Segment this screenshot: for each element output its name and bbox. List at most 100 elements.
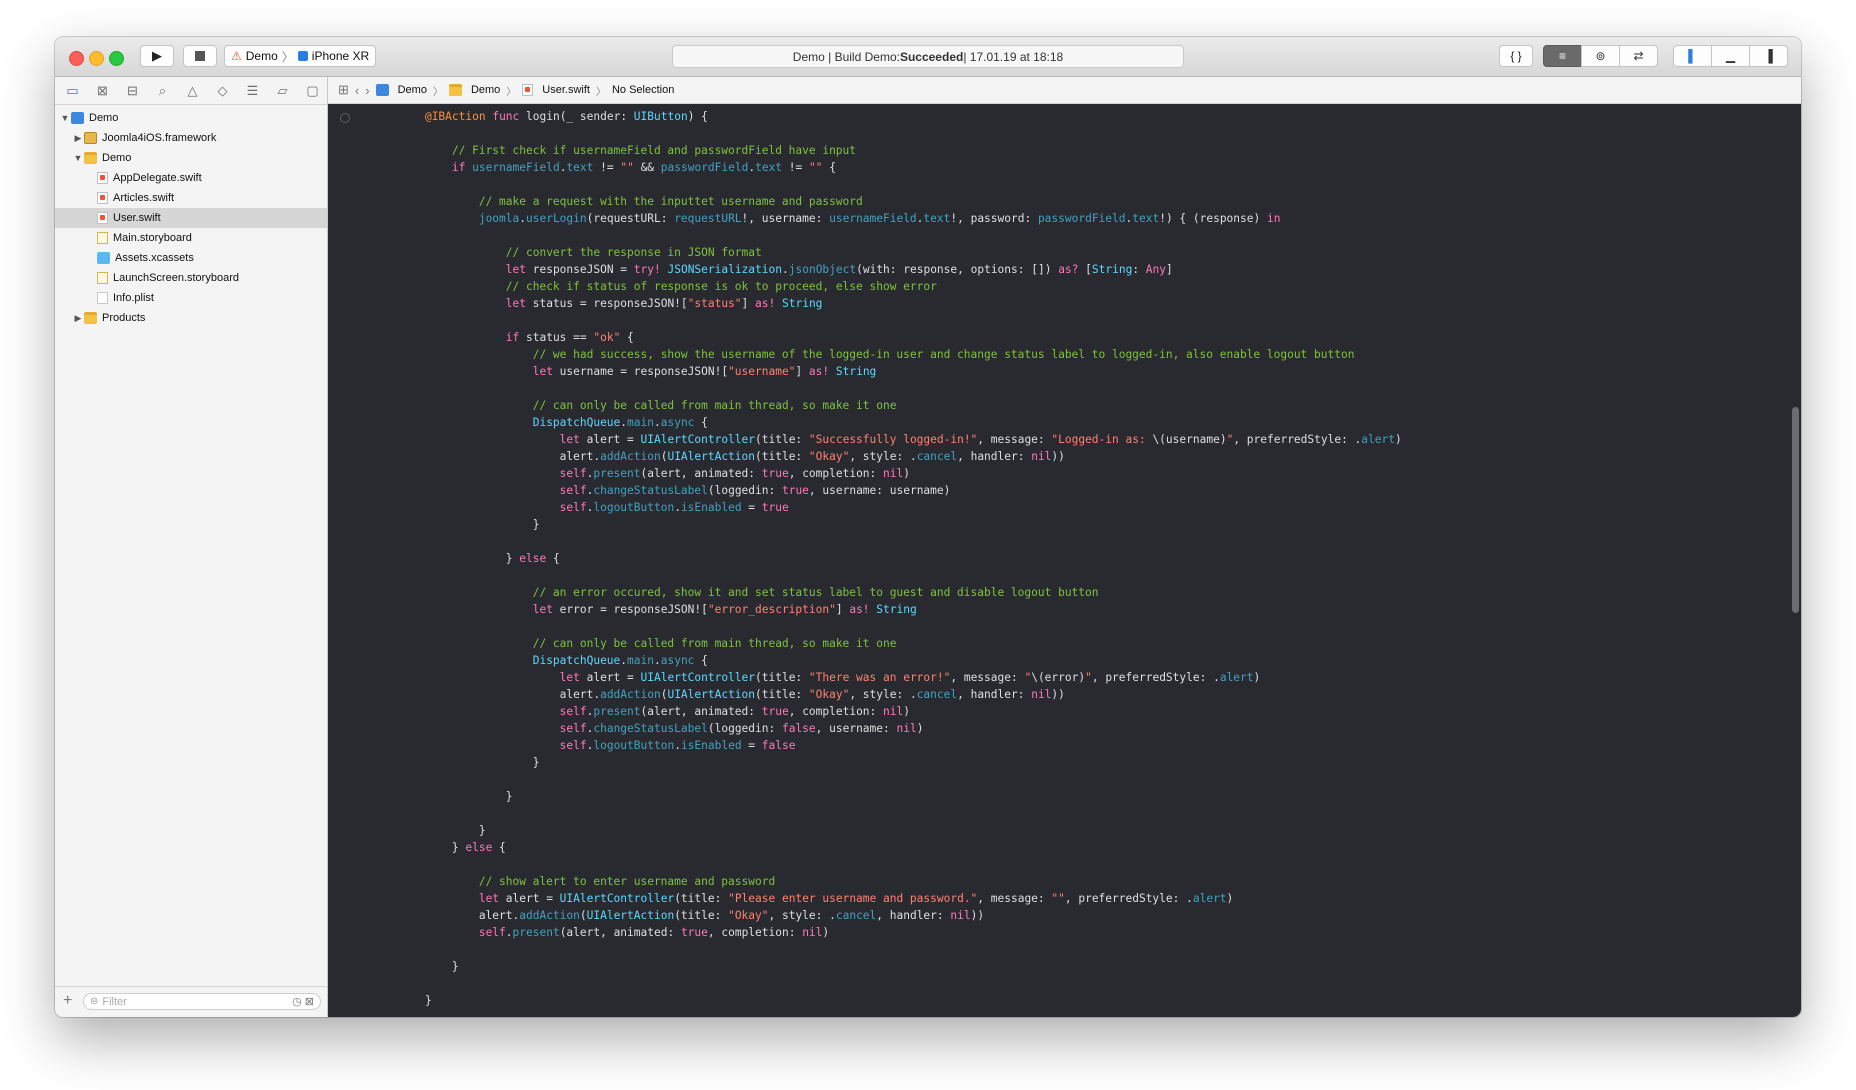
code-token: UIAlertController [640, 671, 756, 684]
chevron-right-icon: 〉 [432, 86, 443, 98]
symbol-navigator-icon[interactable]: ⊟ [121, 81, 144, 101]
run-button[interactable]: ▶ [140, 45, 174, 67]
code-token: false [761, 739, 796, 752]
code-token: "" [620, 161, 634, 174]
disclosure-triangle-icon[interactable]: ▼ [72, 153, 84, 163]
code-line: if usernameField.text != "" && passwordF… [398, 159, 1788, 176]
stop-button[interactable] [183, 45, 217, 67]
code-token: nil [883, 705, 904, 718]
code-token: "status" [687, 297, 742, 310]
code-token: if [505, 331, 520, 344]
back-icon[interactable]: ‹ [355, 83, 359, 98]
breakpoint-marker[interactable] [340, 113, 350, 123]
disclosure-triangle-icon[interactable]: ▼ [59, 113, 71, 123]
scheme-selector[interactable]: ⚠ Demo 〉 iPhone XR [224, 45, 377, 67]
version-editor-button[interactable]: ⇄ [1619, 45, 1658, 67]
xcode-window: ▶ ⚠ Demo 〉 iPhone XR Demo | Build Demo: … [55, 37, 1801, 1017]
toggle-navigator-button[interactable]: ▌ [1673, 45, 1712, 67]
assistant-editor-button[interactable]: ⊚ [1581, 45, 1620, 67]
activity-viewer: Demo | Build Demo: Succeeded | 17.01.19 … [672, 45, 1184, 68]
braces-icon: { } [1510, 49, 1522, 63]
search-icon[interactable]: ⌕ [151, 81, 174, 101]
code-line: alert.addAction(UIAlertAction(title: "Ok… [398, 448, 1788, 465]
code-token: true [781, 484, 809, 497]
filter-placeholder: Filter [102, 995, 127, 1008]
report-icon[interactable]: ▢ [301, 81, 324, 101]
vertical-scrollbar[interactable] [1792, 407, 1799, 613]
minimize-window-button[interactable] [89, 51, 104, 66]
code-token: let [559, 433, 580, 446]
toggle-inspector-button[interactable]: ▐ [1749, 45, 1788, 67]
code-token: "username" [728, 365, 796, 378]
breakpoint-icon[interactable]: ▱ [271, 81, 294, 101]
code-token: text [923, 212, 951, 225]
code-line: let responseJSON = try! JSONSerializatio… [398, 261, 1788, 278]
code-token: UIAlertAction [586, 909, 675, 922]
breadcrumb-file[interactable]: User.swift [522, 84, 590, 96]
code-token: (title: [755, 688, 809, 701]
library-button[interactable]: { } [1499, 45, 1533, 67]
code-token: String [835, 365, 877, 378]
code-token: nil [1031, 450, 1052, 463]
chevron-right-icon: 〉 [506, 86, 517, 98]
standard-editor-button[interactable]: ≡ [1543, 45, 1582, 67]
file-tree-label: Assets.xcassets [115, 252, 194, 264]
toggle-debug-area-button[interactable]: ▁ [1711, 45, 1750, 67]
code-line: } [398, 822, 1788, 839]
file-tree-row[interactable]: Articles.swift [55, 188, 327, 208]
code-token: true [761, 501, 789, 514]
forward-icon[interactable]: › [365, 83, 369, 98]
source-control-icon[interactable]: ⊠ [91, 81, 114, 101]
code-line: } [398, 754, 1788, 771]
breadcrumb-symbol[interactable]: No Selection [612, 84, 674, 96]
code-line: joomla.userLogin(requestURL: requestURL!… [398, 210, 1788, 227]
disclosure-triangle-icon[interactable]: ▶ [72, 313, 84, 324]
related-items-icon[interactable]: ⊞ [338, 82, 349, 98]
debug-icon[interactable]: ☰ [241, 81, 264, 101]
file-tree-row[interactable]: ▶ Joomla4iOS.framework [55, 128, 327, 148]
file-tree-row[interactable]: AppDelegate.swift [55, 168, 327, 188]
code-token: . [674, 501, 681, 514]
code-token: @IBAction [424, 110, 486, 123]
code-token: !, password: [950, 212, 1038, 225]
file-tree-row[interactable]: ▼ Demo [55, 148, 327, 168]
zoom-window-button[interactable] [109, 51, 124, 66]
folder-icon[interactable]: ▭ [61, 81, 84, 101]
file-tree-row[interactable]: Main.storyboard [55, 228, 327, 248]
code-line: } else { [398, 839, 1788, 856]
code-line: if status == "ok" { [398, 329, 1788, 346]
code-token: } [398, 552, 520, 565]
file-tree-row[interactable]: Info.plist [55, 288, 327, 308]
breadcrumb-project[interactable]: Demo [375, 84, 427, 96]
filter-field[interactable]: ⊜ Filter ◷ ⊠ [83, 993, 321, 1010]
breadcrumb-group[interactable]: Demo [448, 84, 500, 96]
code-token: } [398, 841, 466, 854]
venn-icon: ⊚ [1595, 49, 1606, 63]
file-tree-row[interactable]: Assets.xcassets [55, 248, 327, 268]
test-icon[interactable]: ◇ [211, 81, 234, 101]
recent-files-icon[interactable]: ◷ ⊠ [292, 995, 314, 1008]
plus-icon[interactable]: + [63, 992, 72, 1010]
code-token: ) [1253, 671, 1261, 684]
file-tree-row[interactable]: ▼ Demo [55, 108, 327, 128]
file-tree-row[interactable]: User.swift [55, 208, 327, 228]
close-window-button[interactable] [69, 51, 84, 66]
code-token: text [566, 161, 594, 174]
file-tree-row[interactable]: LaunchScreen.storyboard [55, 268, 327, 288]
code-token: nil [896, 722, 917, 735]
code-text[interactable]: @IBAction func login(_ sender: UIButton)… [398, 108, 1788, 1009]
disclosure-triangle-icon[interactable]: ▶ [72, 133, 84, 144]
warning-icon[interactable]: △ [181, 81, 204, 101]
file-tree-row[interactable]: ▶ Products [55, 308, 327, 328]
code-token: } [398, 756, 540, 769]
code-token: "There was an error!" [808, 671, 951, 684]
code-token: present [512, 926, 560, 939]
code-token: requestURL [674, 212, 742, 225]
